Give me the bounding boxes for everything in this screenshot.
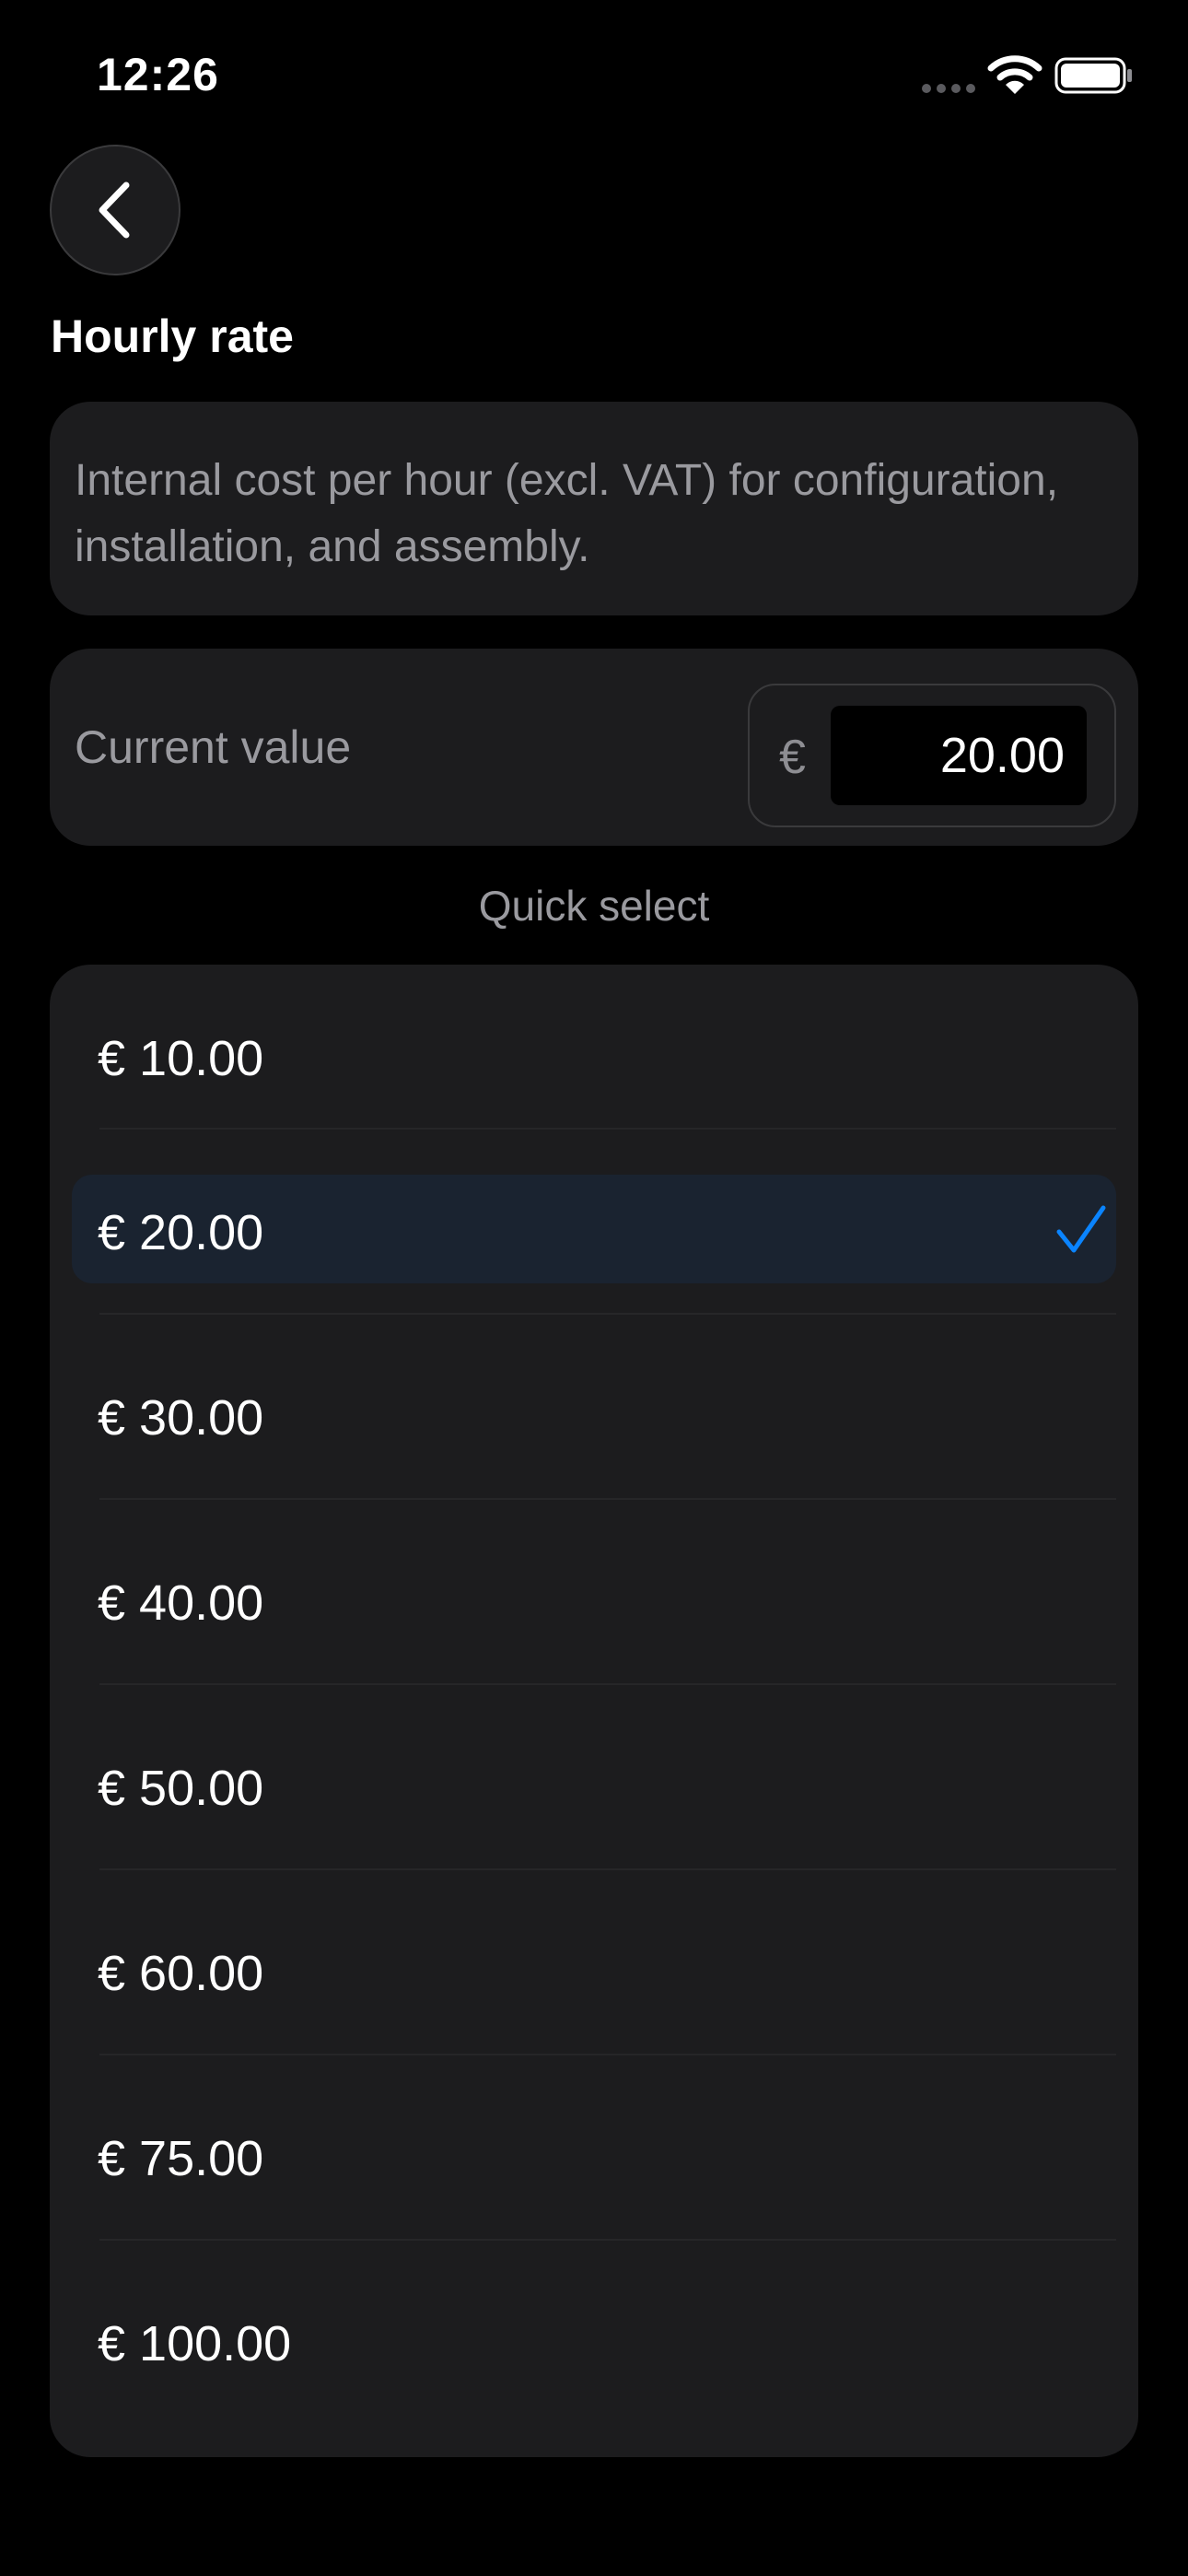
- current-value-label: Current value: [75, 721, 352, 773]
- checkmark-icon: [1056, 1205, 1106, 1253]
- quick-select-option[interactable]: € 10.00: [72, 1001, 1116, 1109]
- back-button[interactable]: [50, 145, 181, 275]
- quick-select-option[interactable]: € 30.00: [72, 1360, 1116, 1469]
- divider: [99, 1313, 1116, 1315]
- description-card: Internal cost per hour (excl. VAT) for c…: [50, 402, 1138, 615]
- divider: [99, 2054, 1116, 2055]
- signal-dots-icon: [922, 84, 975, 93]
- currency-prefix: €: [779, 731, 806, 784]
- option-label: € 30.00: [98, 1390, 264, 1446]
- quick-select-option[interactable]: € 40.00: [72, 1545, 1116, 1654]
- divider: [99, 2239, 1116, 2241]
- status-time: 12:26: [97, 49, 219, 100]
- chevron-left-icon: [99, 181, 130, 239]
- divider: [99, 1128, 1116, 1130]
- current-value-card: Current value €: [50, 649, 1138, 846]
- option-label: € 10.00: [98, 1031, 264, 1086]
- option-label: € 60.00: [98, 1946, 264, 2001]
- description-text: Internal cost per hour (excl. VAT) for c…: [75, 456, 1059, 571]
- hourly-rate-input[interactable]: [831, 706, 1087, 805]
- quick-select-option[interactable]: € 75.00: [72, 2101, 1116, 2209]
- divider: [99, 1683, 1116, 1685]
- option-label: € 100.00: [98, 2316, 292, 2371]
- current-value-field: €: [748, 684, 1116, 827]
- divider: [99, 1498, 1116, 1500]
- quick-select-option[interactable]: € 100.00: [72, 2286, 1116, 2395]
- quick-select-option[interactable]: € 50.00: [72, 1730, 1116, 1839]
- status-bar: 12:26: [0, 0, 1188, 138]
- divider: [99, 1868, 1116, 1870]
- option-label: € 20.00: [98, 1205, 264, 1260]
- page-title: Hourly rate: [51, 310, 294, 362]
- battery-icon: [1054, 57, 1132, 94]
- option-label: € 40.00: [98, 1575, 264, 1631]
- wifi-icon: [987, 55, 1042, 94]
- option-label: € 75.00: [98, 2131, 264, 2186]
- quick-select-label: Quick select: [478, 882, 710, 930]
- quick-select-option-selected[interactable]: € 20.00: [72, 1175, 1116, 1283]
- option-label: € 50.00: [98, 1761, 264, 1816]
- quick-select-list: € 10.00 € 20.00 € 30.00 € 40.00 € 50.00 …: [50, 965, 1138, 2457]
- quick-select-option[interactable]: € 60.00: [72, 1915, 1116, 2024]
